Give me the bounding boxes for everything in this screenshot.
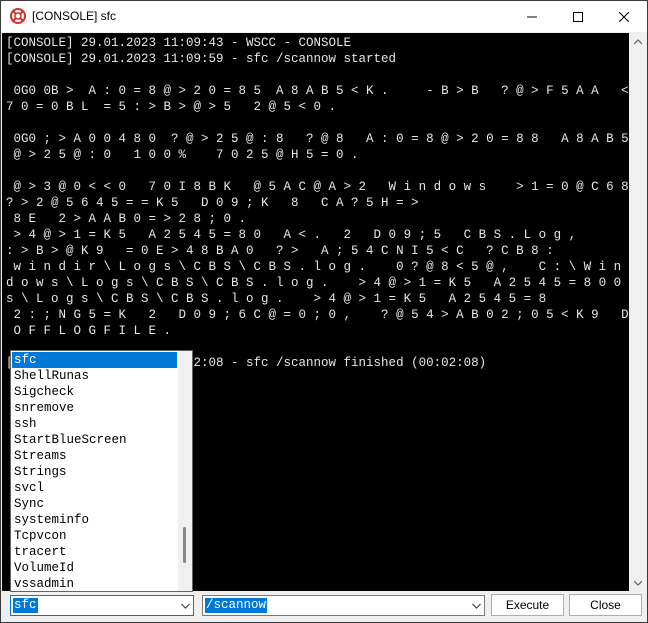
console-scrollbar[interactable] — [629, 33, 647, 591]
minimize-button[interactable] — [509, 1, 555, 32]
console-line: @ > 3 @ 0 < < 0 7 0 I 8 B K @ 5 A C @ A … — [6, 180, 629, 194]
command-combobox[interactable]: sfc — [10, 595, 194, 616]
arguments-dropdown-button[interactable] — [467, 596, 484, 615]
console-line: [CONSOLE] 29.01.2023 11:09:59 - sfc /sca… — [6, 52, 397, 66]
window-title: [CONSOLE] sfc — [32, 9, 117, 23]
lifebuoy-icon — [10, 8, 26, 24]
dropdown-scroll-thumb[interactable] — [183, 527, 186, 563]
scroll-up-button[interactable] — [629, 33, 647, 50]
command-value[interactable]: sfc — [13, 598, 38, 613]
console-window: [CONSOLE] sfc [CONSOLE] 29.01.2023 11:09… — [0, 0, 648, 623]
chevron-down-icon — [471, 603, 481, 609]
console-line: 0G0 0B > A : 0 = 8 @ > 2 0 = 8 5 A 8 A B… — [6, 84, 629, 98]
dropdown-item[interactable]: Sigcheck — [12, 384, 177, 400]
dropdown-item[interactable]: ssh — [12, 416, 177, 432]
dropdown-item[interactable]: snremove — [12, 400, 177, 416]
dropdown-item[interactable]: svcl — [12, 480, 177, 496]
console-line: ? > 2 @ 5 6 4 5 = = K 5 D 0 9 ; K 8 C A … — [6, 196, 419, 210]
dropdown-item[interactable]: Streams — [12, 448, 177, 464]
title-bar[interactable]: [CONSOLE] sfc — [1, 1, 647, 32]
arguments-value[interactable]: /scannow — [205, 598, 268, 613]
dropdown-item[interactable]: systeminfo — [12, 512, 177, 528]
console-line: O F F L O G F I L E . — [6, 324, 172, 338]
dropdown-item[interactable]: ShellRunas — [12, 368, 177, 384]
dropdown-item[interactable]: vssadmin — [12, 576, 177, 591]
chevron-down-icon — [634, 580, 642, 586]
console-line: @ > 2 5 @ : 0 1 0 0 % 7 0 2 5 @ H 5 = 0 … — [6, 148, 359, 162]
command-dropdown-button[interactable] — [176, 596, 193, 615]
scroll-down-button[interactable] — [629, 574, 647, 591]
console-line: 2 : ; N G 5 = K 2 D 0 9 ; 6 C @ = 0 ; 0 … — [13, 308, 629, 322]
console-line: s \ L o g s \ C B S \ C B S . l o g . > … — [6, 292, 547, 306]
close-window-button[interactable] — [601, 1, 647, 32]
dropdown-item[interactable]: StartBlueScreen — [12, 432, 177, 448]
close-icon — [619, 11, 629, 22]
dropdown-item[interactable]: Tcpvcon — [12, 528, 177, 544]
console-line: 0G0 ; > A 0 0 4 8 0 ? @ > 2 5 @ : 8 ? @ … — [6, 132, 629, 146]
dropdown-item[interactable]: VolumeId — [12, 560, 177, 576]
dropdown-item[interactable]: tracert — [12, 544, 177, 560]
console-line: : > B > @ K 9 = 0 E > 4 8 B A 0 ? > A ; … — [6, 244, 554, 258]
maximize-button[interactable] — [555, 1, 601, 32]
dropdown-item[interactable]: Sync — [12, 496, 177, 512]
console-line: 7 0 = 0 B L = 5 : > B > @ > 5 2 @ 5 < 0 … — [6, 100, 337, 114]
console-line: > 4 @ > 1 = K 5 A 2 5 4 5 = 8 0 A < . 2 … — [6, 228, 577, 242]
maximize-icon — [573, 11, 583, 22]
console-line: 8 E 2 > A A B 0 = > 2 8 ; 0 . — [6, 212, 247, 226]
dropdown-scrollbar[interactable] — [178, 351, 192, 591]
execute-button[interactable]: Execute — [491, 594, 564, 616]
chevron-up-icon — [634, 38, 642, 44]
console-line: [CONSOLE] 29.01.2023 11:09:43 - WSCC - C… — [6, 36, 352, 50]
console-line: w i n d i r \ L o g s \ C B S \ C B S . … — [6, 260, 622, 274]
arguments-combobox[interactable]: /scannow — [202, 595, 485, 616]
command-dropdown-list[interactable]: sfc ShellRunas Sigcheck snremove ssh Sta… — [10, 350, 193, 592]
close-button[interactable]: Close — [569, 594, 642, 616]
console-line: d o w s \ L o g s \ C B S \ C B S . l o … — [6, 276, 629, 290]
dropdown-item-sfc[interactable]: sfc — [12, 352, 177, 368]
minimize-icon — [527, 16, 537, 17]
dropdown-item[interactable]: Strings — [12, 464, 177, 480]
chevron-down-icon — [180, 603, 190, 609]
